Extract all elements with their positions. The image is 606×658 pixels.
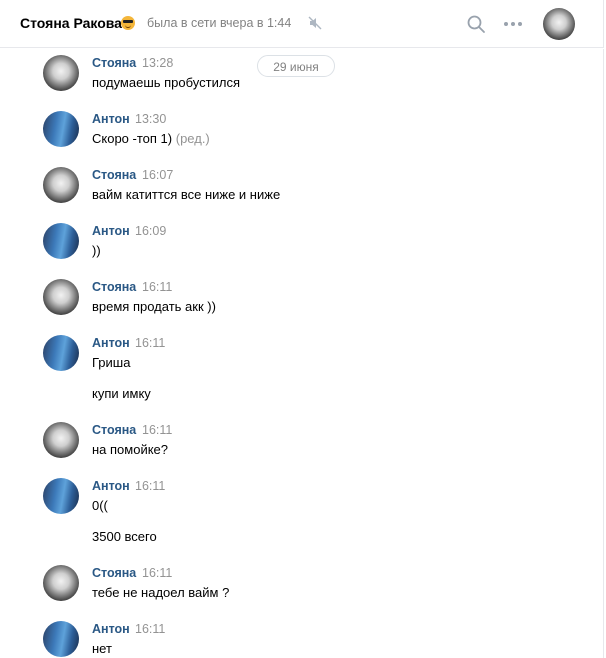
message: Стояна 13:28 подумаешь пробустился [0,55,600,95]
message-text: подумаешь пробустился [92,75,240,90]
message-time[interactable]: 16:09 [135,224,166,238]
contact-name[interactable]: Стояна Ракова [20,15,122,31]
message: Антон 16:11 Гриша купи имку [0,335,600,405]
message: Стояна 16:11 на помойке? [0,422,600,462]
message-text: 3500 всего [92,529,157,544]
message-text: время продать акк )) [92,299,216,314]
message-author[interactable]: Антон [92,112,130,126]
muted-speaker-icon [308,16,322,30]
online-status: была в сети вчера в 1:44 [147,16,292,30]
message-text: вайм катиттся все ниже и ниже [92,187,281,202]
message: Антон 13:30 Скоро -топ 1) (ред.) [0,111,600,151]
avatar[interactable] [43,335,79,371]
avatar[interactable] [43,279,79,315]
avatar[interactable] [43,223,79,259]
message-author[interactable]: Стояна [92,423,136,437]
message-time[interactable]: 16:11 [142,423,172,437]
sunglasses-emoji-icon [121,16,135,30]
message-history[interactable]: 29 июня Стояна 13:28 подумаешь пробустил… [0,49,604,658]
message-author[interactable]: Антон [92,224,130,238]
message: Антон 16:09 )) [0,223,600,263]
chat-header: Стояна Ракова была в сети вчера в 1:44 [0,0,604,48]
message-time[interactable]: 16:11 [135,479,165,493]
message-author[interactable]: Стояна [92,566,136,580]
message: Антон 16:11 0(( 3500 всего [0,478,600,548]
message-text: Скоро -топ 1) (ред.) [92,131,210,146]
message: Стояна 16:11 время продать акк )) [0,279,600,319]
message-time[interactable]: 13:28 [142,56,173,70]
avatar[interactable] [43,478,79,514]
search-icon[interactable] [466,14,486,34]
edited-label: (ред.) [175,131,210,146]
message-time[interactable]: 16:11 [135,622,165,636]
avatar[interactable] [43,167,79,203]
message-author[interactable]: Стояна [92,168,136,182]
message-time[interactable]: 16:11 [135,336,165,350]
message: Антон 16:11 нет [0,621,600,658]
message-text: 0(( [92,498,108,513]
message-time[interactable]: 13:30 [135,112,166,126]
avatar[interactable] [43,621,79,657]
message-text: Гриша [92,355,131,370]
message-time[interactable]: 16:11 [142,566,172,580]
message-text: на помойке? [92,442,169,457]
avatar[interactable] [43,565,79,601]
message-author[interactable]: Антон [92,479,130,493]
message-text-body: Скоро -топ 1) [92,131,173,146]
message-author[interactable]: Стояна [92,280,136,294]
message-text: купи имку [92,386,151,401]
avatar[interactable] [43,55,79,91]
message-author[interactable]: Антон [92,336,130,350]
message: Стояна 16:11 тебе не надоел вайм ? [0,565,600,605]
avatar[interactable] [43,422,79,458]
more-dots-icon[interactable] [502,14,524,34]
message: Стояна 16:07 вайм катиттся все ниже и ни… [0,167,600,207]
message-author[interactable]: Антон [92,622,130,636]
message-text: нет [92,641,112,656]
avatar[interactable] [543,8,575,40]
message-text: тебе не надоел вайм ? [92,585,230,600]
message-time[interactable]: 16:07 [142,168,173,182]
message-author[interactable]: Стояна [92,56,136,70]
message-text: )) [92,243,101,258]
message-time[interactable]: 16:11 [142,280,172,294]
avatar[interactable] [43,111,79,147]
